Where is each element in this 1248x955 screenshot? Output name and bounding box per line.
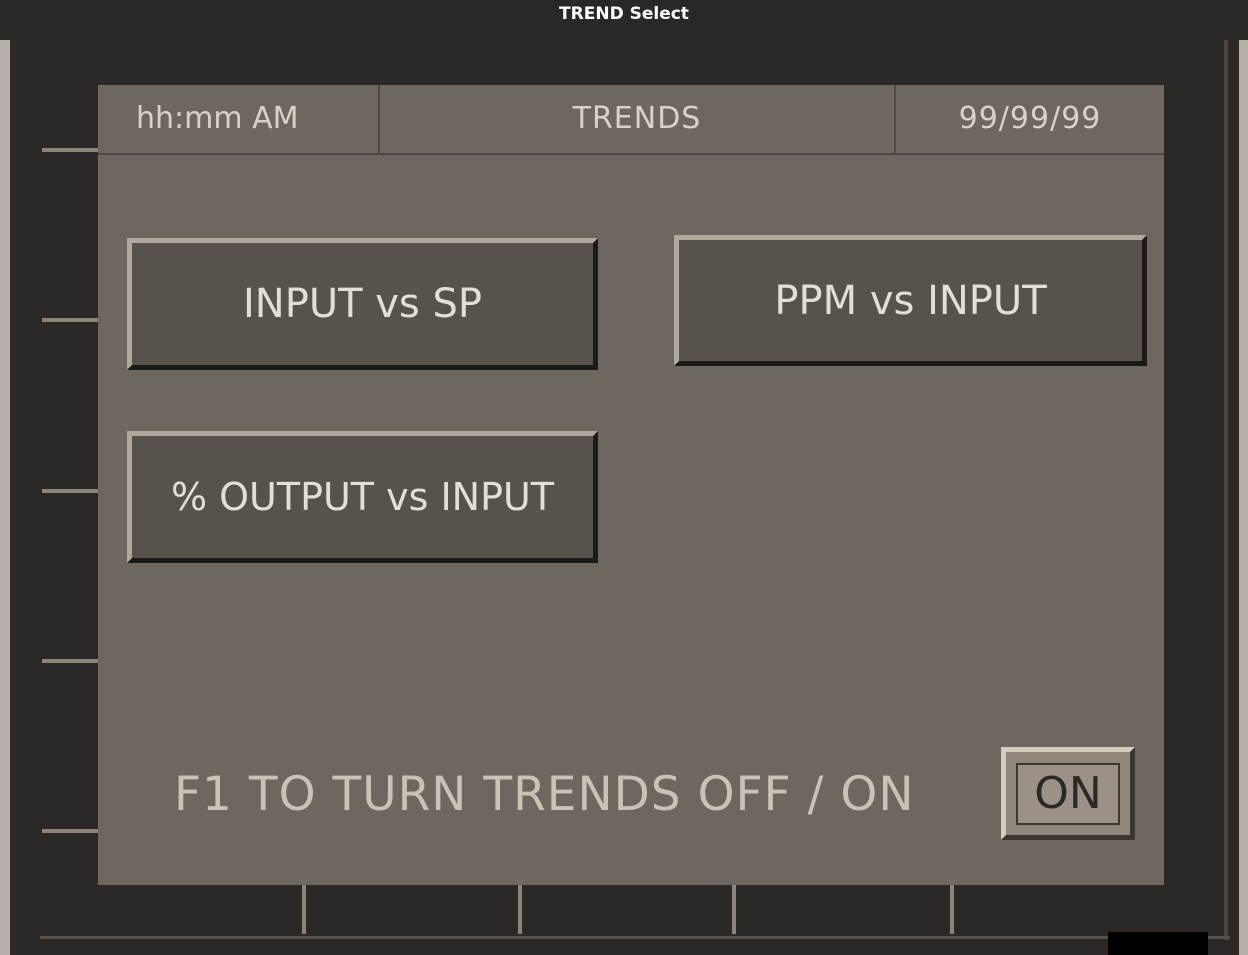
input-vs-sp-button[interactable]: INPUT vs SP	[127, 238, 598, 370]
trends-toggle-indicator[interactable]: ON	[1001, 747, 1135, 840]
status-block	[1108, 932, 1208, 955]
softkey-divider	[732, 884, 736, 934]
softkey-divider	[950, 884, 954, 934]
softkey-divider	[302, 884, 306, 934]
header-title: TRENDS	[380, 85, 896, 153]
ppm-vs-input-button[interactable]: PPM vs INPUT	[674, 235, 1147, 366]
bezel-edge	[1224, 40, 1228, 940]
window-title: TREND Select	[559, 4, 689, 24]
softkey-divider	[42, 829, 100, 833]
header-time: hh:mm AM	[98, 85, 380, 153]
screen-header: hh:mm AM TRENDS 99/99/99	[98, 85, 1164, 155]
header-date: 99/99/99	[958, 101, 1102, 136]
output-vs-input-button[interactable]: % OUTPUT vs INPUT	[127, 431, 598, 563]
softkey-divider	[42, 659, 100, 663]
softkey-divider	[42, 489, 100, 493]
softkey-divider	[42, 318, 100, 322]
trends-toggle-instruction: F1 TO TURN TRENDS OFF / ON	[174, 767, 915, 822]
bezel-edge	[40, 936, 1230, 939]
hmi-screen: hh:mm AM TRENDS 99/99/99 INPUT vs SP PPM…	[98, 85, 1164, 885]
softkey-divider	[42, 148, 100, 152]
softkey-divider	[518, 884, 522, 934]
toggle-state-label: ON	[1016, 762, 1120, 825]
